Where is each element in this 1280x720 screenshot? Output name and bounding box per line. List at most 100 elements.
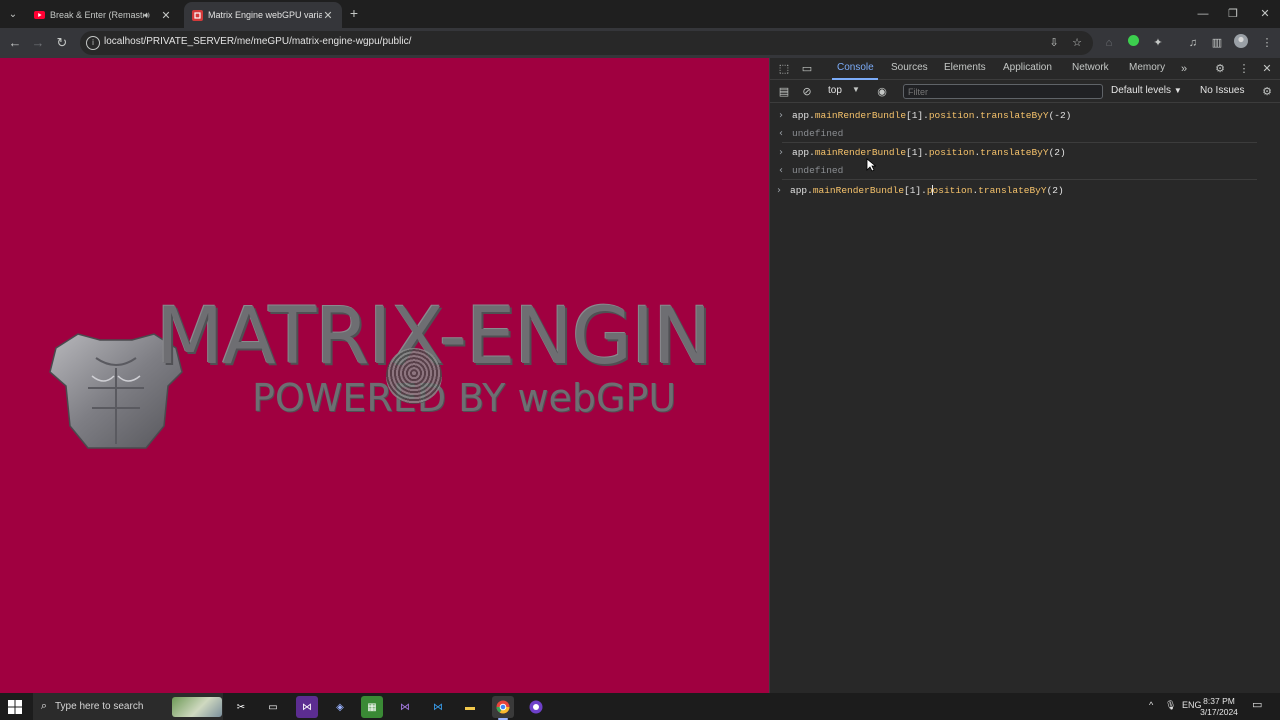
close-icon[interactable]: ✕ [1259,61,1275,77]
app-minecraft-icon[interactable]: ▦ [361,696,383,718]
more-icon[interactable]: ⋮ [1236,61,1252,77]
back-button[interactable]: ← [6,34,24,52]
chevron-down-icon: ⌄ [8,8,18,20]
tab-memory[interactable]: Memory [1129,62,1165,73]
minimize-button[interactable]: — [1188,4,1218,24]
context-selector[interactable]: top [828,85,842,96]
clear-console-icon[interactable]: ⊘ [799,84,815,100]
restore-button[interactable]: ❐ [1218,4,1248,24]
log-levels-dropdown[interactable]: Default levels ▼ [1111,85,1182,96]
result-value: undefined [792,127,844,139]
app-github-icon[interactable] [525,696,547,718]
browser-toolbar: ← → ↻ i localhost/PRIVATE_SERVER/me/meGP… [0,28,1280,58]
code-token: (2) [1048,146,1066,158]
dropdown-arrow-icon[interactable]: ▼ [852,85,860,94]
code-token: app. [790,184,813,196]
tab-search-button[interactable]: ⌄ [4,5,22,23]
speaker-icon[interactable]: 🔊︎ [144,10,156,21]
eye-icon[interactable]: ◉ [874,84,890,100]
side-panel-icon[interactable]: ▥ [1208,34,1226,52]
code-token: app. [792,146,815,158]
code-token: app. [792,109,815,121]
tab-title: Matrix Engine webGPU variant [208,10,322,20]
chevron-right-icon: › [779,146,783,158]
console-settings-icon[interactable]: ⚙ [1259,84,1275,100]
sphere-model [386,348,442,404]
restore-icon: ❐ [1228,8,1238,20]
webgpu-canvas[interactable]: MATRIX-ENGIN POWERED BY webGPU [0,58,769,693]
sidebar-toggle-icon[interactable]: ▤ [776,84,792,100]
chevron-right-icon: › [779,109,783,121]
console-divider [782,179,1257,180]
tab-elements[interactable]: Elements [944,62,986,73]
code-token: translateByY [980,109,1049,121]
info-icon[interactable]: i [86,36,100,50]
star-icon[interactable]: ☆ [1070,36,1084,50]
tray-expand-icon[interactable]: ^ [1149,700,1153,710]
tab-matrix-engine[interactable]: Matrix Engine webGPU variant ✕ [184,2,342,28]
arrow-right-icon: → [31,35,45,50]
new-tab-button[interactable]: + [346,5,362,21]
app-visual-studio-icon[interactable]: ⋈ [296,696,318,718]
reload-button[interactable]: ↻ [53,34,71,52]
tab-title: Break & Enter (Remastered) [50,10,144,20]
code-token: (-2) [1048,109,1072,121]
return-arrow-icon: ‹ [779,127,783,139]
code-token: osition [932,184,973,196]
dropdown-arrow-icon: ▼ [1173,86,1182,95]
code-token: position [928,109,975,121]
code-token: [1]. [904,184,927,196]
filter-input[interactable] [903,84,1103,99]
tab-sources[interactable]: Sources [891,62,928,73]
tab-console[interactable]: Console [837,62,874,73]
engine-subtitle: POWERED BY webGPU [252,376,677,420]
device-toolbar-icon[interactable]: ▭ [799,61,815,77]
code-token: position [928,146,975,158]
issues-counter[interactable]: No Issues [1200,85,1244,96]
app-capcut-icon[interactable]: ✂ [230,696,252,718]
app-chrome-icon[interactable] [492,696,514,720]
clock-time: 8:37 PM [1203,696,1235,706]
tab-network[interactable]: Network [1072,62,1109,73]
console-result-entry[interactable]: ‹ undefined [770,124,1260,142]
more-icon[interactable]: ⋮ [1258,34,1276,52]
extension-icon[interactable]: ⌂ [1100,34,1118,52]
arrow-left-icon: ← [8,35,22,50]
console-result-entry[interactable]: ‹ undefined [770,161,1260,179]
extension-green-icon[interactable] [1124,34,1142,52]
windows-start-icon[interactable] [6,698,24,716]
close-tab-icon[interactable]: ✕ [160,9,172,22]
avatar[interactable] [1232,34,1250,52]
app-file-explorer-icon[interactable]: ▬ [459,696,481,718]
reload-icon: ↻ [56,35,68,50]
tab-application[interactable]: Application [1003,62,1052,73]
tab-youtube[interactable]: Break & Enter (Remastered) 🔊︎ ✕ [26,2,180,28]
console-input-entry[interactable]: › app. mainRenderBundle [1]. position. trans… [770,106,1260,124]
forward-button[interactable]: → [29,34,47,52]
clock[interactable]: 8:37 PM 3/17/2024 [1196,696,1242,718]
console-prompt[interactable]: › app. mainRenderBundle [1]. p osition. trans… [768,181,1258,199]
code-token: mainRenderBundle [814,109,907,121]
notification-icon[interactable]: ▭ [1252,698,1262,711]
media-control-icon[interactable]: ♫ [1184,34,1202,52]
url-text[interactable]: localhost/PRIVATE_SERVER/me/meGPU/matrix… [104,36,411,47]
console-input-entry[interactable]: › app. mainRenderBundle [1]. position. trans… [770,143,1260,161]
microphone-icon[interactable]: 🎙︎ [1165,700,1176,711]
app-vs-purple-icon[interactable]: ⋈ [394,696,416,718]
app-terminal-icon[interactable]: ▭ [262,696,284,718]
plus-icon: + [349,5,359,21]
windows-taskbar: ⌕ Type here to search ✂ ▭ ⋈ ◈ ▦ ⋈ ⋈ ▬ ^ … [0,693,1280,720]
return-arrow-icon: ‹ [779,164,783,176]
address-bar[interactable]: i localhost/PRIVATE_SERVER/me/meGPU/matr… [80,31,1093,55]
search-placeholder: Type here to search [55,701,144,712]
close-window-button[interactable]: ✕ [1250,4,1280,24]
gear-icon[interactable]: ⚙ [1212,61,1228,77]
more-tabs-icon[interactable]: » [1176,61,1192,77]
inspect-element-icon[interactable]: ⬚ [776,61,792,77]
console-toolbar: ▤ ⊘ top ▼ ◉ Default levels ▼ No Issues ⚙ [770,81,1280,103]
app-android-studio-icon[interactable]: ◈ [329,696,351,718]
install-app-icon[interactable]: ⇩ [1047,36,1061,50]
app-vscode-icon[interactable]: ⋈ [427,696,449,718]
puzzle-icon[interactable]: ✦ [1149,34,1167,52]
close-tab-icon[interactable]: ✕ [322,9,334,22]
